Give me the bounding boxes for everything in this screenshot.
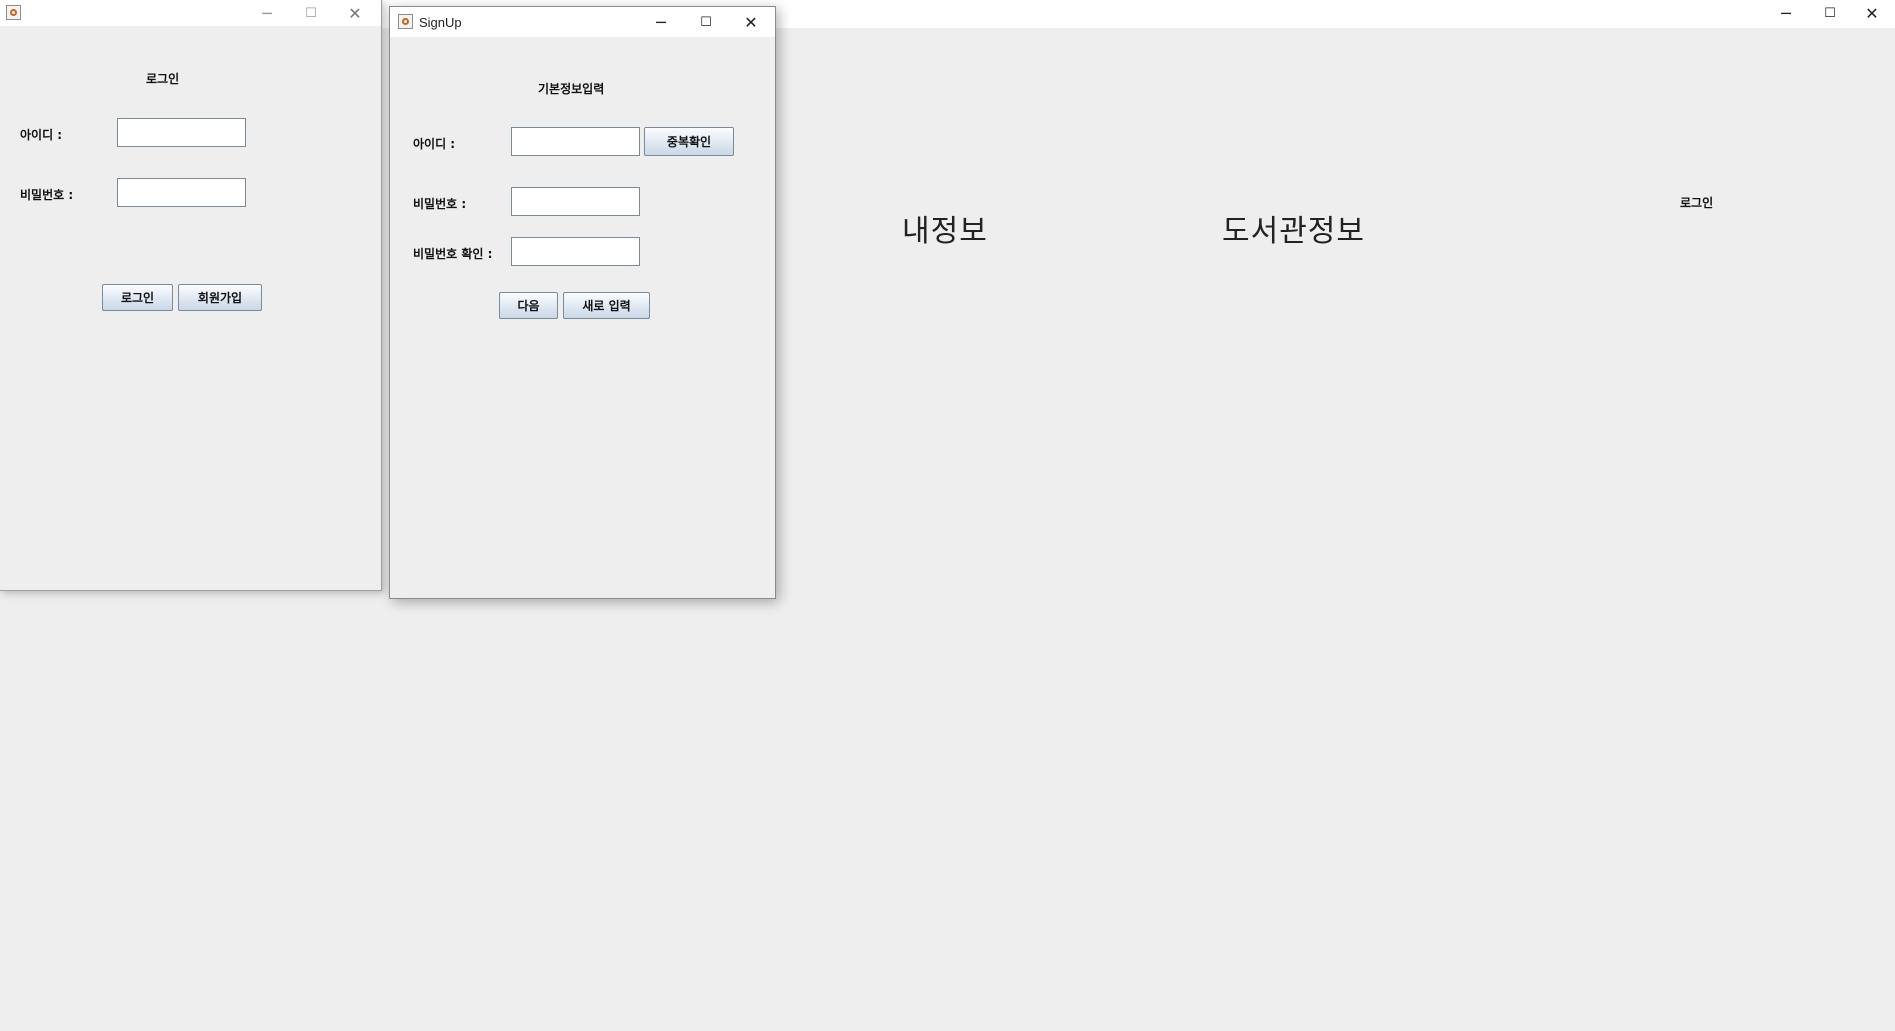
check-duplicate-button[interactable]: 중복확인 <box>644 127 734 156</box>
id-label: 아이디 : <box>20 128 63 142</box>
login-window-controls: ─ ☐ ✕ <box>244 0 376 26</box>
main-login-label[interactable]: 로그인 <box>1680 194 1713 211</box>
signup-window-controls: ─ ☐ ✕ <box>638 9 773 35</box>
signup-password-label: 비밀번호 : <box>413 197 467 211</box>
maximize-icon[interactable]: ☐ <box>288 0 334 26</box>
signup-window: SignUp ─ ☐ ✕ 기본정보입력 아이디 : 중복확인 비밀번호 : 비밀… <box>389 6 776 599</box>
reset-button[interactable]: 새로 입력 <box>563 292 650 319</box>
close-icon[interactable]: ✕ <box>728 9 774 35</box>
java-app-icon <box>398 14 413 29</box>
maximize-icon[interactable]: ☐ <box>1807 0 1853 26</box>
signup-password-confirm-label: 비밀번호 확인 : <box>413 247 493 261</box>
login-window: ─ ☐ ✕ 로그인 아이디 : 비밀번호 : 로그인 회원가입 <box>0 0 382 591</box>
signup-password-input[interactable] <box>511 187 640 216</box>
signup-id-label: 아이디 : <box>413 137 456 151</box>
login-heading: 로그인 <box>146 72 180 86</box>
java-app-icon <box>6 5 21 20</box>
password-input[interactable] <box>117 178 246 207</box>
main-window-controls: ─ ☐ ✕ <box>1763 0 1895 26</box>
password-label: 비밀번호 : <box>20 188 74 202</box>
minimize-icon[interactable]: ─ <box>1763 0 1809 26</box>
window-title: SignUp <box>419 15 462 30</box>
next-button[interactable]: 다음 <box>499 292 558 319</box>
close-icon[interactable]: ✕ <box>332 0 378 26</box>
id-input[interactable] <box>117 118 246 147</box>
maximize-icon[interactable]: ☐ <box>683 9 729 35</box>
tab-library-info[interactable]: 도서관정보 <box>1222 206 1365 250</box>
signup-id-input[interactable] <box>511 127 640 156</box>
minimize-icon[interactable]: ─ <box>244 0 290 26</box>
tab-my-info[interactable]: 내정보 <box>902 206 988 250</box>
signup-heading: 기본정보입력 <box>538 82 605 96</box>
login-button[interactable]: 로그인 <box>102 284 173 311</box>
signup-button[interactable]: 회원가입 <box>178 284 262 311</box>
signup-password-confirm-input[interactable] <box>511 237 640 266</box>
minimize-icon[interactable]: ─ <box>638 9 684 35</box>
close-icon[interactable]: ✕ <box>1849 0 1895 26</box>
